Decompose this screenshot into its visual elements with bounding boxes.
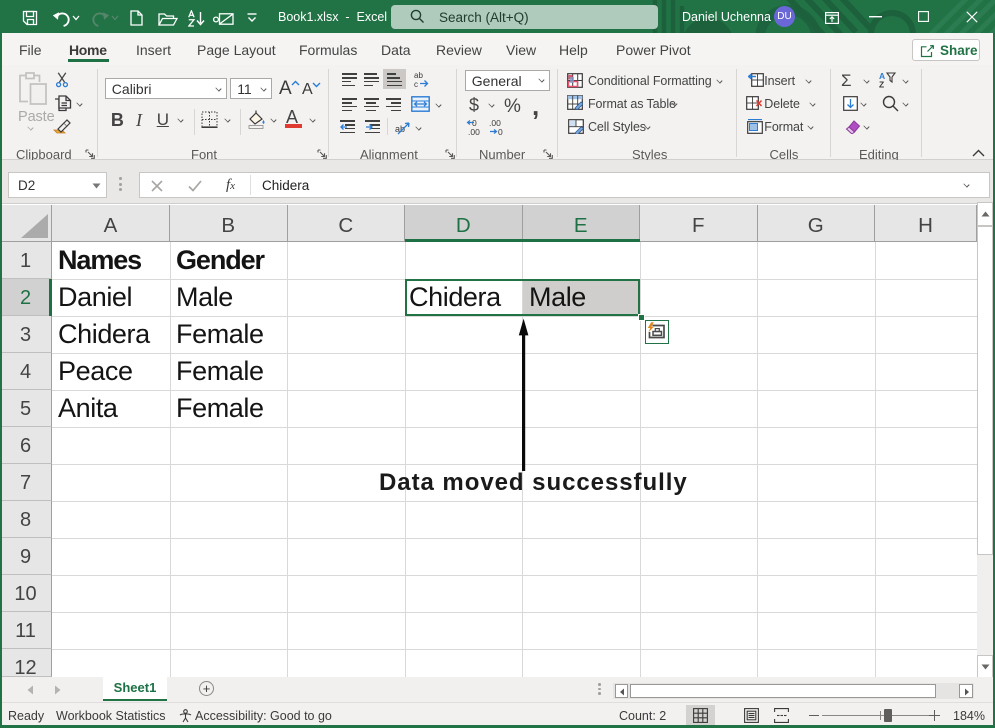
svg-text:ab: ab (414, 71, 423, 80)
svg-text:Z: Z (879, 80, 884, 89)
svg-text:.00: .00 (468, 127, 480, 136)
svg-text:0: 0 (498, 127, 503, 136)
svg-text:c: c (414, 80, 418, 88)
